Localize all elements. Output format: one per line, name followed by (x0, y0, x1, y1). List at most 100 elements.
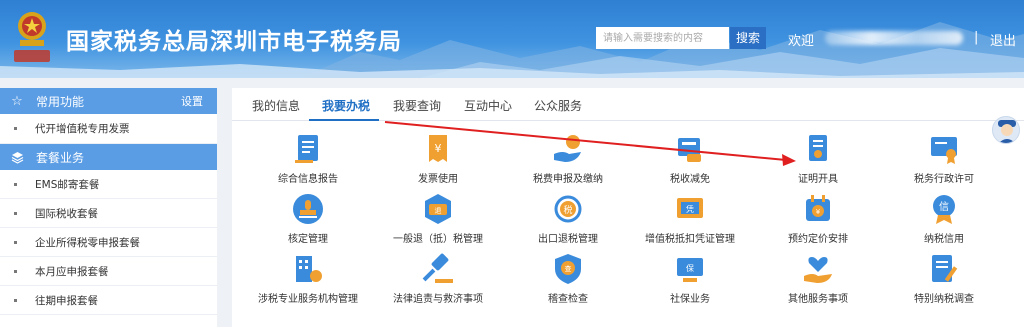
service-agency[interactable]: 涉税专业服务机构管理 (248, 252, 368, 305)
sidebar-item-label: 本月应申报套餐 (35, 265, 109, 278)
tax-payment-icon (554, 135, 581, 162)
service-label: 出口退税管理 (538, 234, 598, 245)
active-tab-indicator (309, 119, 379, 121)
sidebar-item[interactable]: 代开增值税专用发票 (0, 114, 217, 144)
sidebar-item[interactable]: 本月应申报套餐 (0, 257, 217, 286)
tab-bar: 我的信息 我要办税 我要查询 互动中心 公众服务 (232, 88, 1024, 121)
service-assessment[interactable]: 核定管理 (248, 192, 368, 245)
service-reduction[interactable]: 税收减免 (630, 132, 750, 185)
pricing-icon: ¥ (806, 195, 830, 221)
service-label: 法律追责与救济事项 (393, 294, 483, 305)
tab-tax-handling[interactable]: 我要办税 (322, 97, 370, 114)
svg-text:¥: ¥ (435, 142, 442, 155)
service-label: 预约定价安排 (788, 234, 848, 245)
special-investigation-icon (932, 255, 958, 282)
sidebar-item-label: 国际税收套餐 (35, 207, 98, 220)
header: 国家税务总局深圳市电子税务局 搜索 欢迎 | 退出 (0, 0, 1024, 78)
invoice-icon: ¥ (429, 135, 447, 162)
settings-link[interactable]: 设置 (181, 93, 203, 109)
social-security-icon: 保 (677, 258, 703, 282)
service-label: 涉税专业服务机构管理 (258, 294, 358, 305)
service-export-refund[interactable]: 税 出口退税管理 (508, 192, 628, 245)
service-special-investigation[interactable]: 特别纳税调查 (884, 252, 1004, 305)
service-refund[interactable]: 退 一般退（抵）税管理 (378, 192, 498, 245)
service-other[interactable]: 其他服务事项 (758, 252, 878, 305)
service-pricing[interactable]: ¥ 预约定价安排 (758, 192, 878, 245)
sidebar-item[interactable]: 国际税收套餐 (0, 199, 217, 228)
sidebar-item[interactable]: 企业所得税零申报套餐 (0, 228, 217, 257)
service-label: 一般退（抵）税管理 (393, 234, 483, 245)
credit-icon: 信 (933, 195, 955, 224)
service-declaration[interactable]: 税费申报及缴纳 (508, 132, 628, 185)
svg-text:保: 保 (686, 263, 694, 273)
service-report[interactable]: 综合信息报告 (248, 132, 368, 185)
service-label: 特别纳税调查 (914, 294, 974, 305)
sidebar-section-package[interactable]: 套餐业务 (0, 144, 217, 170)
service-label: 增值税抵扣凭证管理 (645, 234, 735, 245)
tax-reduction-icon (678, 138, 701, 162)
tab-my-info[interactable]: 我的信息 (252, 97, 300, 114)
license-icon (931, 137, 957, 164)
service-label: 综合信息报告 (278, 174, 338, 185)
sidebar-item[interactable]: 往期申报套餐 (0, 286, 217, 315)
refund-icon: 退 (425, 194, 451, 224)
service-label: 纳税信用 (924, 234, 964, 245)
tax-emblem-logo (14, 12, 50, 62)
service-voucher[interactable]: 凭 增值税抵扣凭证管理 (630, 192, 750, 245)
gavel-icon (422, 253, 453, 283)
search-button[interactable]: 搜索 (730, 27, 766, 49)
bullet-icon (14, 182, 17, 186)
service-label: 税费申报及缴纳 (533, 174, 603, 185)
svg-text:凭: 凭 (686, 204, 694, 214)
service-label: 税收减免 (670, 174, 710, 185)
service-license[interactable]: 税务行政许可 (884, 132, 1004, 185)
service-legal[interactable]: 法律追责与救济事项 (378, 252, 498, 305)
main-panel: 我的信息 我要办税 我要查询 互动中心 公众服务 综合信息报告 ¥ 发票使用 税… (232, 88, 1024, 327)
bullet-icon (14, 211, 17, 215)
service-label: 发票使用 (418, 174, 458, 185)
service-credit[interactable]: 信 纳税信用 (884, 192, 1004, 245)
svg-text:¥: ¥ (816, 208, 821, 216)
sidebar-item-label: 往期申报套餐 (35, 294, 98, 307)
service-invoice[interactable]: ¥ 发票使用 (378, 132, 498, 185)
avatar[interactable] (992, 116, 1020, 144)
service-social-security[interactable]: 保 社保业务 (630, 252, 750, 305)
tab-interaction[interactable]: 互动中心 (464, 97, 512, 114)
sidebar-item[interactable]: EMS邮寄套餐 (0, 170, 217, 199)
bullet-icon (14, 269, 17, 273)
bullet-icon (14, 298, 17, 302)
svg-text:信: 信 (939, 201, 949, 213)
svg-text:税: 税 (563, 204, 572, 216)
heart-hand-icon (804, 257, 832, 283)
agency-icon (296, 256, 322, 282)
service-label: 社保业务 (670, 294, 710, 305)
tab-public-service[interactable]: 公众服务 (534, 97, 582, 114)
certificate-icon (809, 135, 827, 161)
service-label: 证明开具 (798, 174, 838, 185)
bullet-icon (14, 240, 17, 244)
service-inspection[interactable]: 查 稽查检查 (508, 252, 628, 305)
sidebar-section-common[interactable]: ☆ 常用功能 设置 (0, 88, 217, 114)
username-blurred (825, 31, 963, 45)
sidebar-section-label: 套餐业务 (36, 150, 85, 165)
sidebar-item-label: EMS邮寄套餐 (35, 178, 100, 191)
voucher-icon: 凭 (677, 198, 703, 218)
welcome-text: 欢迎 (788, 34, 815, 49)
service-label: 税务行政许可 (914, 174, 974, 185)
logout-link[interactable]: 退出 (990, 30, 1016, 49)
stamp-icon (293, 194, 323, 224)
site-title: 国家税务总局深圳市电子税务局 (66, 29, 402, 55)
service-label: 稽查检查 (548, 294, 588, 305)
star-icon: ☆ (11, 93, 23, 109)
header-separator: | (974, 30, 979, 45)
sidebar: ☆ 常用功能 设置 代开增值税专用发票 套餐业务 EMS邮寄套餐 国际税收套餐 … (0, 88, 217, 327)
sidebar-item-label: 代开增值税专用发票 (35, 123, 130, 135)
service-label: 核定管理 (288, 234, 328, 245)
service-certificate[interactable]: 证明开具 (758, 132, 878, 185)
tab-query[interactable]: 我要查询 (393, 97, 441, 114)
sidebar-section-label: 常用功能 (36, 94, 85, 109)
bullet-icon (14, 127, 17, 130)
svg-text:退: 退 (435, 206, 442, 215)
layers-icon (10, 150, 24, 164)
search-input[interactable] (596, 27, 729, 49)
